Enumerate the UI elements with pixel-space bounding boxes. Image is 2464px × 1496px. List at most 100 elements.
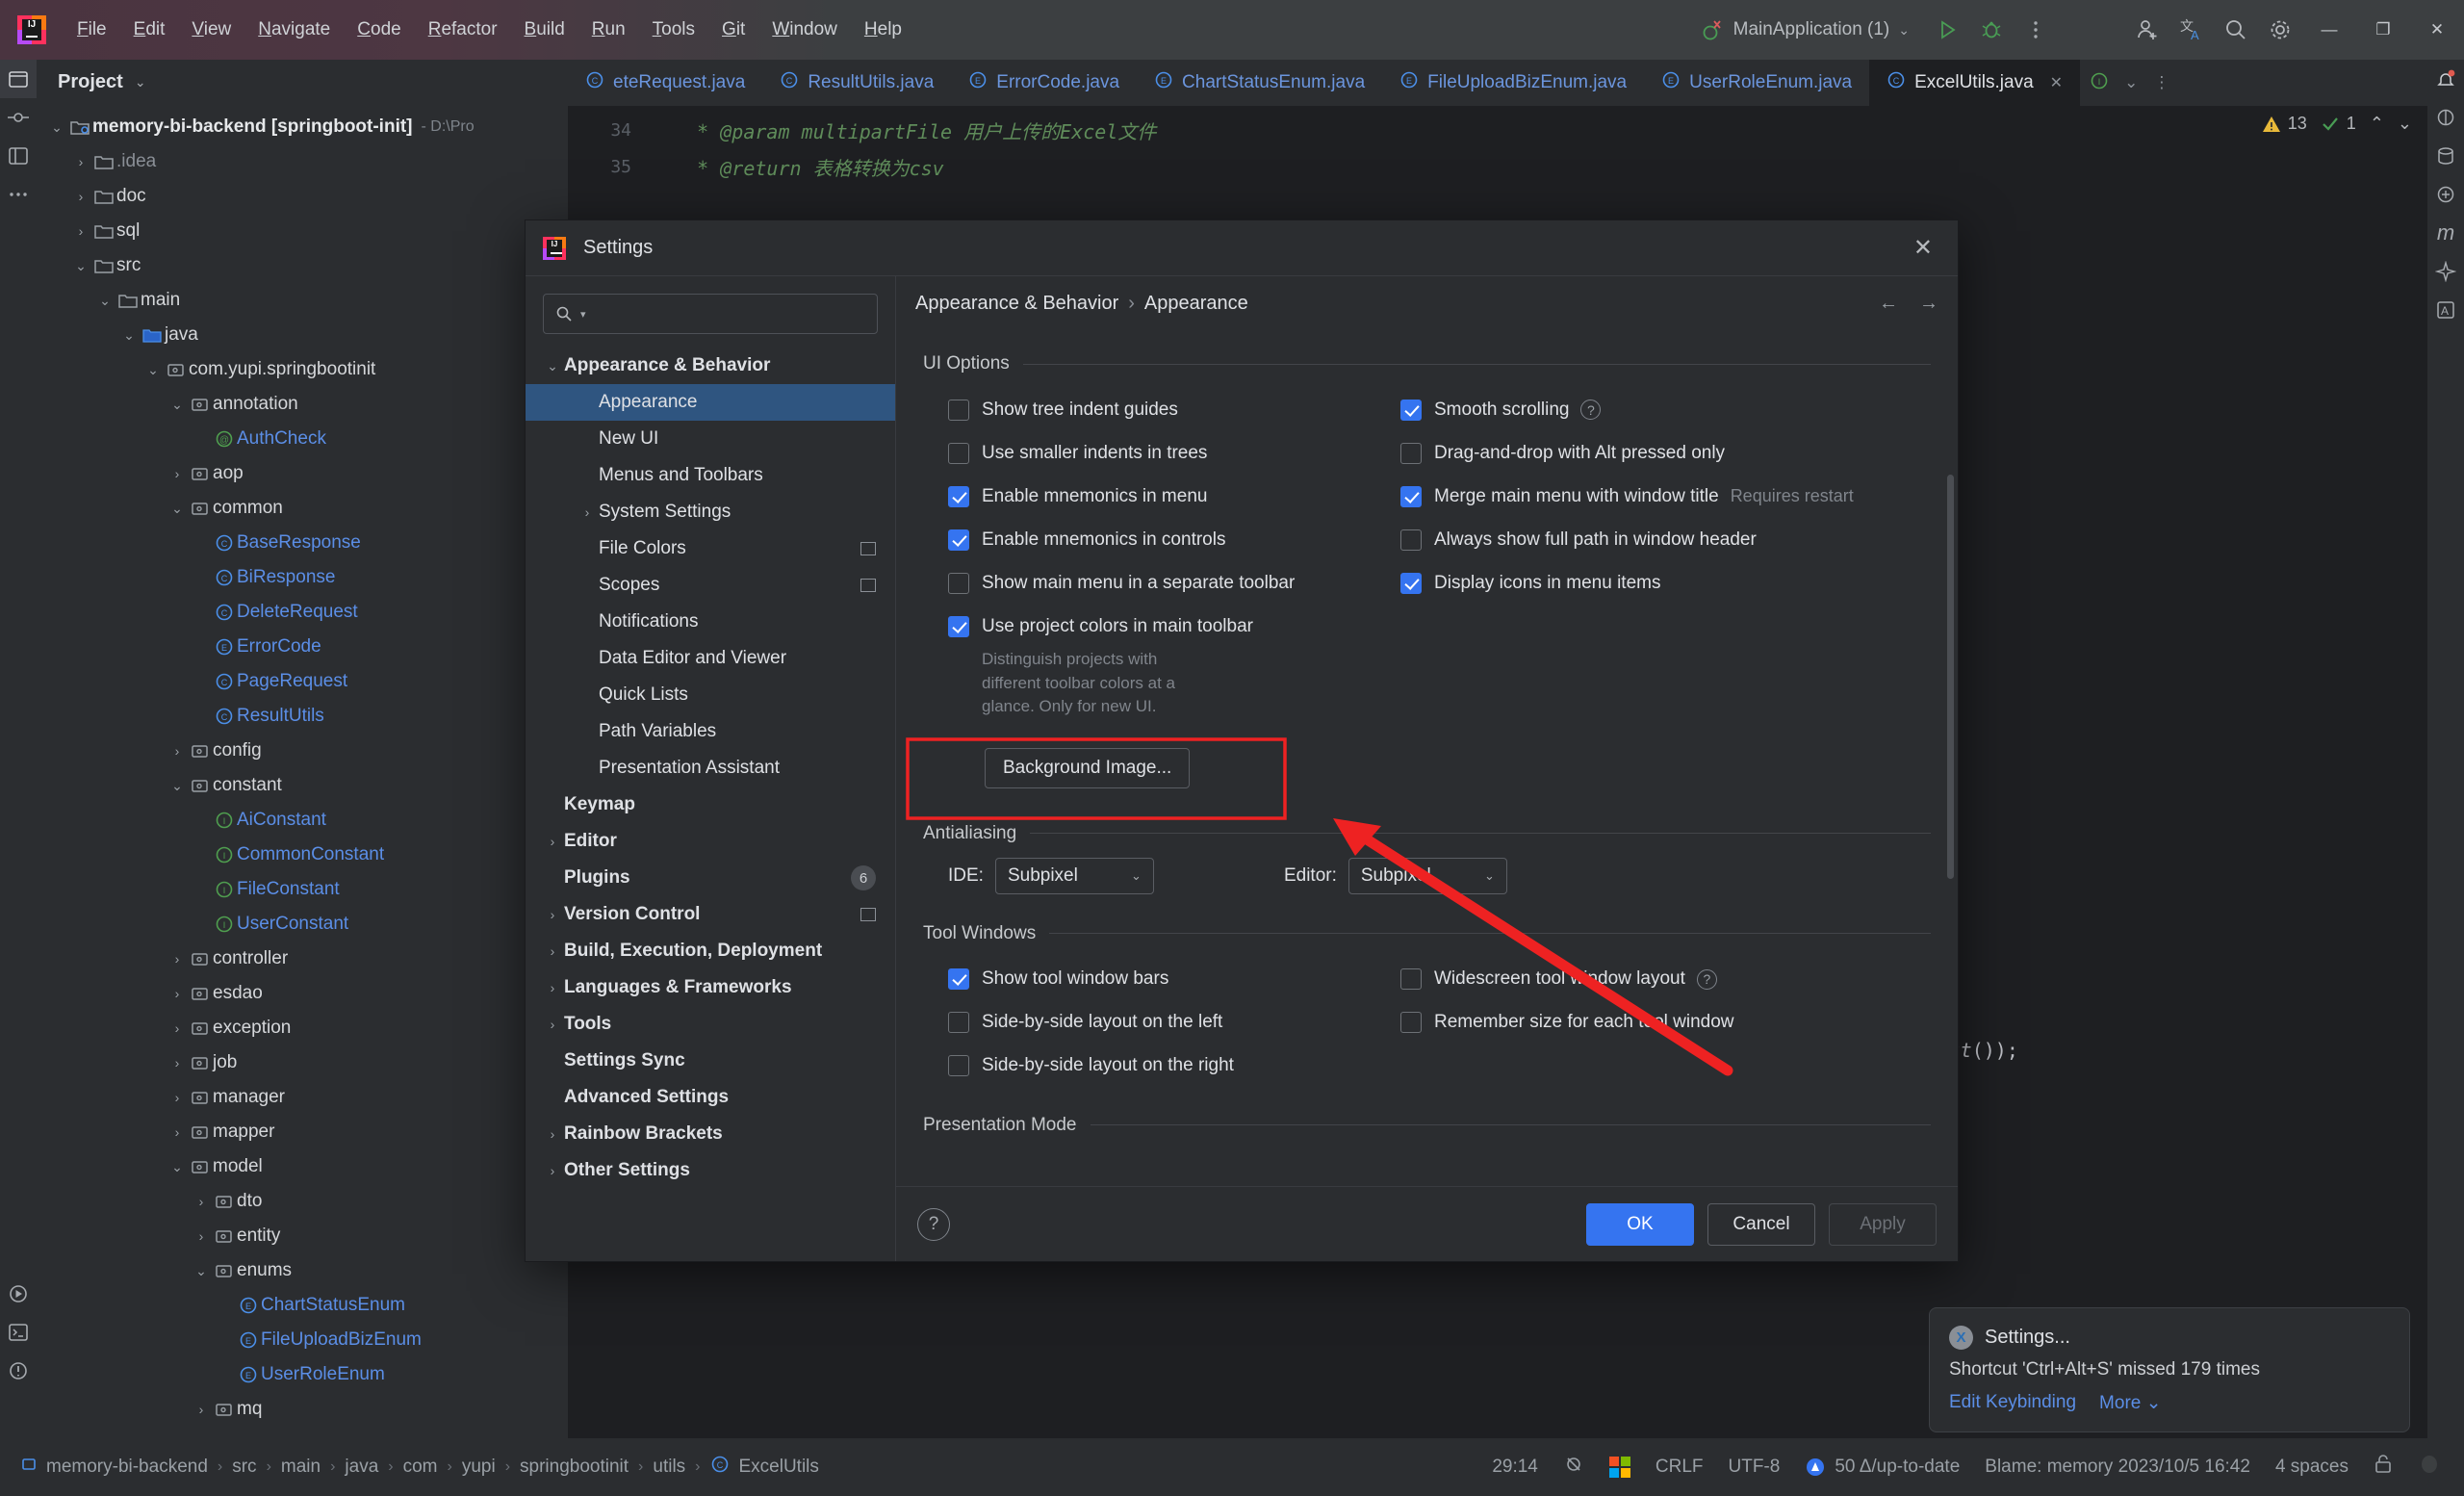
tree-node[interactable]: E ErrorCode — [37, 630, 568, 664]
ok-button[interactable]: OK — [1586, 1202, 1694, 1246]
settings-nav-item-data-editor-and-viewer[interactable]: Data Editor and Viewer — [526, 640, 895, 677]
settings-nav-item-quick-lists[interactable]: Quick Lists — [526, 677, 895, 713]
tree-node[interactable]: › doc — [37, 179, 568, 214]
tree-node[interactable]: › mq — [37, 1392, 568, 1427]
nav-expand-arrow[interactable]: ⌄ — [541, 358, 564, 374]
editor-tab[interactable]: CeteRequest.java — [568, 60, 762, 106]
rail-database-button[interactable] — [2427, 137, 2464, 175]
settings-nav-item-appearance-behavior[interactable]: ⌄ Appearance & Behavior — [526, 348, 895, 384]
tree-node[interactable]: I UserConstant — [37, 907, 568, 941]
checkbox[interactable] — [1400, 399, 1422, 421]
settings-nav-item-presentation-assistant[interactable]: Presentation Assistant — [526, 750, 895, 787]
more-options-button[interactable] — [2014, 8, 2058, 52]
tree-expand-arrow[interactable]: ⌄ — [94, 293, 116, 309]
tree-node[interactable]: › dto — [37, 1184, 568, 1219]
nav-expand-arrow[interactable]: › — [541, 980, 564, 995]
checkbox-row[interactable]: Enable mnemonics in menu — [923, 475, 1375, 518]
checkbox-row[interactable]: Show tree indent guides — [923, 388, 1375, 431]
vcs-status[interactable]: 50 Δ/up-to-date — [1805, 1457, 1960, 1478]
tree-expand-arrow[interactable]: › — [167, 466, 188, 481]
settings-nav-item-notifications[interactable]: Notifications — [526, 604, 895, 640]
tree-expand-arrow[interactable]: ⌄ — [167, 397, 188, 413]
rail-structure-button[interactable] — [0, 137, 37, 175]
tree-expand-arrow[interactable]: › — [70, 189, 91, 204]
tree-node[interactable]: ⌄ com.yupi.springbootinit — [37, 352, 568, 387]
settings-nav-item-other-settings[interactable]: › Other Settings — [526, 1152, 895, 1189]
breadcrumb-item[interactable]: springbootinit — [520, 1457, 629, 1478]
menu-item-tools[interactable]: Tools — [639, 13, 708, 46]
tree-node[interactable]: ⌄ annotation — [37, 387, 568, 422]
breadcrumb-item[interactable]: com — [403, 1457, 438, 1478]
chevron-down-icon[interactable]: ⌄ — [2398, 114, 2412, 134]
tree-expand-arrow[interactable]: › — [167, 951, 188, 967]
search-dropdown-icon[interactable]: ▾ — [580, 308, 586, 321]
menu-item-navigate[interactable]: Navigate — [244, 13, 344, 46]
breadcrumb-item[interactable]: utils — [653, 1457, 685, 1478]
chevron-up-icon[interactable]: ⌃ — [2370, 114, 2384, 134]
checkbox-row[interactable]: Merge main menu with window title Require… — [1375, 475, 1857, 518]
checkbox[interactable] — [1400, 968, 1422, 991]
nav-expand-arrow[interactable]: › — [541, 1017, 564, 1032]
editor-tab[interactable]: E ErrorCode.java — [951, 60, 1137, 106]
tree-node[interactable]: I FileConstant — [37, 872, 568, 907]
breadcrumb-item[interactable]: main — [281, 1457, 321, 1478]
tree-node[interactable]: C PageRequest — [37, 664, 568, 699]
rail-maven-button[interactable] — [2427, 175, 2464, 214]
checkbox[interactable] — [948, 615, 969, 637]
editor-antialiasing-select[interactable]: Subpixel ⌄ — [1348, 857, 1507, 894]
project-panel-header[interactable]: Project ⌄ — [37, 60, 568, 104]
close-icon[interactable]: ✕ — [2050, 73, 2063, 92]
editor-tab[interactable]: E FileUploadBizEnum.java — [1382, 60, 1644, 106]
add-user-icon[interactable] — [2125, 8, 2169, 52]
forward-arrow-icon[interactable]: → — [1919, 293, 1938, 315]
editor-tab[interactable]: E ChartStatusEnum.java — [1137, 60, 1382, 106]
menu-item-edit[interactable]: Edit — [120, 13, 179, 46]
help-icon[interactable]: ? — [1696, 968, 1717, 990]
help-icon[interactable]: ? — [1580, 400, 1602, 420]
tree-expand-arrow[interactable]: › — [167, 743, 188, 759]
apply-button[interactable]: Apply — [1829, 1202, 1937, 1246]
tree-expand-arrow[interactable]: › — [167, 1090, 188, 1105]
tree-expand-arrow[interactable]: › — [191, 1402, 212, 1417]
run-button[interactable] — [1925, 8, 1969, 52]
rail-ai-button[interactable] — [2427, 98, 2464, 137]
encoding[interactable]: UTF-8 — [1729, 1457, 1781, 1478]
tree-expand-arrow[interactable]: › — [70, 223, 91, 239]
tree-expand-arrow[interactable]: › — [167, 1055, 188, 1070]
indent-setting[interactable]: 4 spaces — [2275, 1457, 2348, 1478]
settings-nav-item-build-execution-deployment[interactable]: › Build, Execution, Deployment — [526, 933, 895, 969]
checkbox[interactable] — [948, 572, 969, 594]
settings-nav-item-scopes[interactable]: Scopes — [526, 567, 895, 604]
nav-expand-arrow[interactable]: › — [541, 943, 564, 959]
tree-node[interactable]: › manager — [37, 1080, 568, 1115]
menu-item-help[interactable]: Help — [851, 13, 915, 46]
nav-expand-arrow[interactable]: › — [541, 907, 564, 922]
tree-expand-arrow[interactable]: ⌄ — [167, 501, 188, 517]
menu-item-window[interactable]: Window — [758, 13, 851, 46]
checkbox-row[interactable]: Always show full path in window header — [1375, 518, 1857, 561]
tree-node[interactable]: ⌄ constant — [37, 768, 568, 803]
nav-expand-arrow[interactable]: › — [541, 1163, 564, 1178]
breadcrumb-item[interactable]: src — [232, 1457, 256, 1478]
tree-expand-arrow[interactable]: ⌄ — [46, 119, 67, 136]
inspection-icon[interactable] — [1563, 1454, 1584, 1481]
tree-node[interactable]: E ChartStatusEnum — [37, 1288, 568, 1323]
checkbox[interactable] — [948, 399, 969, 421]
settings-nav-list[interactable]: ⌄ Appearance & Behavior Appearance New UI Me… — [526, 348, 895, 1261]
help-button[interactable]: ? — [917, 1207, 950, 1241]
rail-problems-button[interactable] — [0, 1352, 37, 1390]
tree-node[interactable]: C ResultUtils — [37, 699, 568, 734]
more-link[interactable]: More ⌄ — [2099, 1392, 2162, 1414]
checkbox-row[interactable]: Use smaller indents in trees — [923, 431, 1375, 475]
settings-nav-item-appearance[interactable]: Appearance — [526, 384, 895, 421]
menu-item-build[interactable]: Build — [511, 13, 578, 46]
settings-nav-item-version-control[interactable]: › Version Control — [526, 896, 895, 933]
tree-expand-arrow[interactable]: ⌄ — [167, 778, 188, 794]
tree-expand-arrow[interactable]: ⌄ — [167, 1159, 188, 1175]
ide-antialiasing-select[interactable]: Subpixel ⌄ — [994, 857, 1154, 894]
tab-more-icon[interactable]: ⋮ — [2153, 73, 2169, 92]
cancel-button[interactable]: Cancel — [1707, 1202, 1815, 1246]
rail-terminal-button[interactable] — [0, 1313, 37, 1352]
memory-indicator[interactable] — [2418, 1454, 2441, 1481]
project-tree[interactable]: ⌄ memory-bi-backend [springboot-init] - D:… — [37, 104, 568, 1427]
